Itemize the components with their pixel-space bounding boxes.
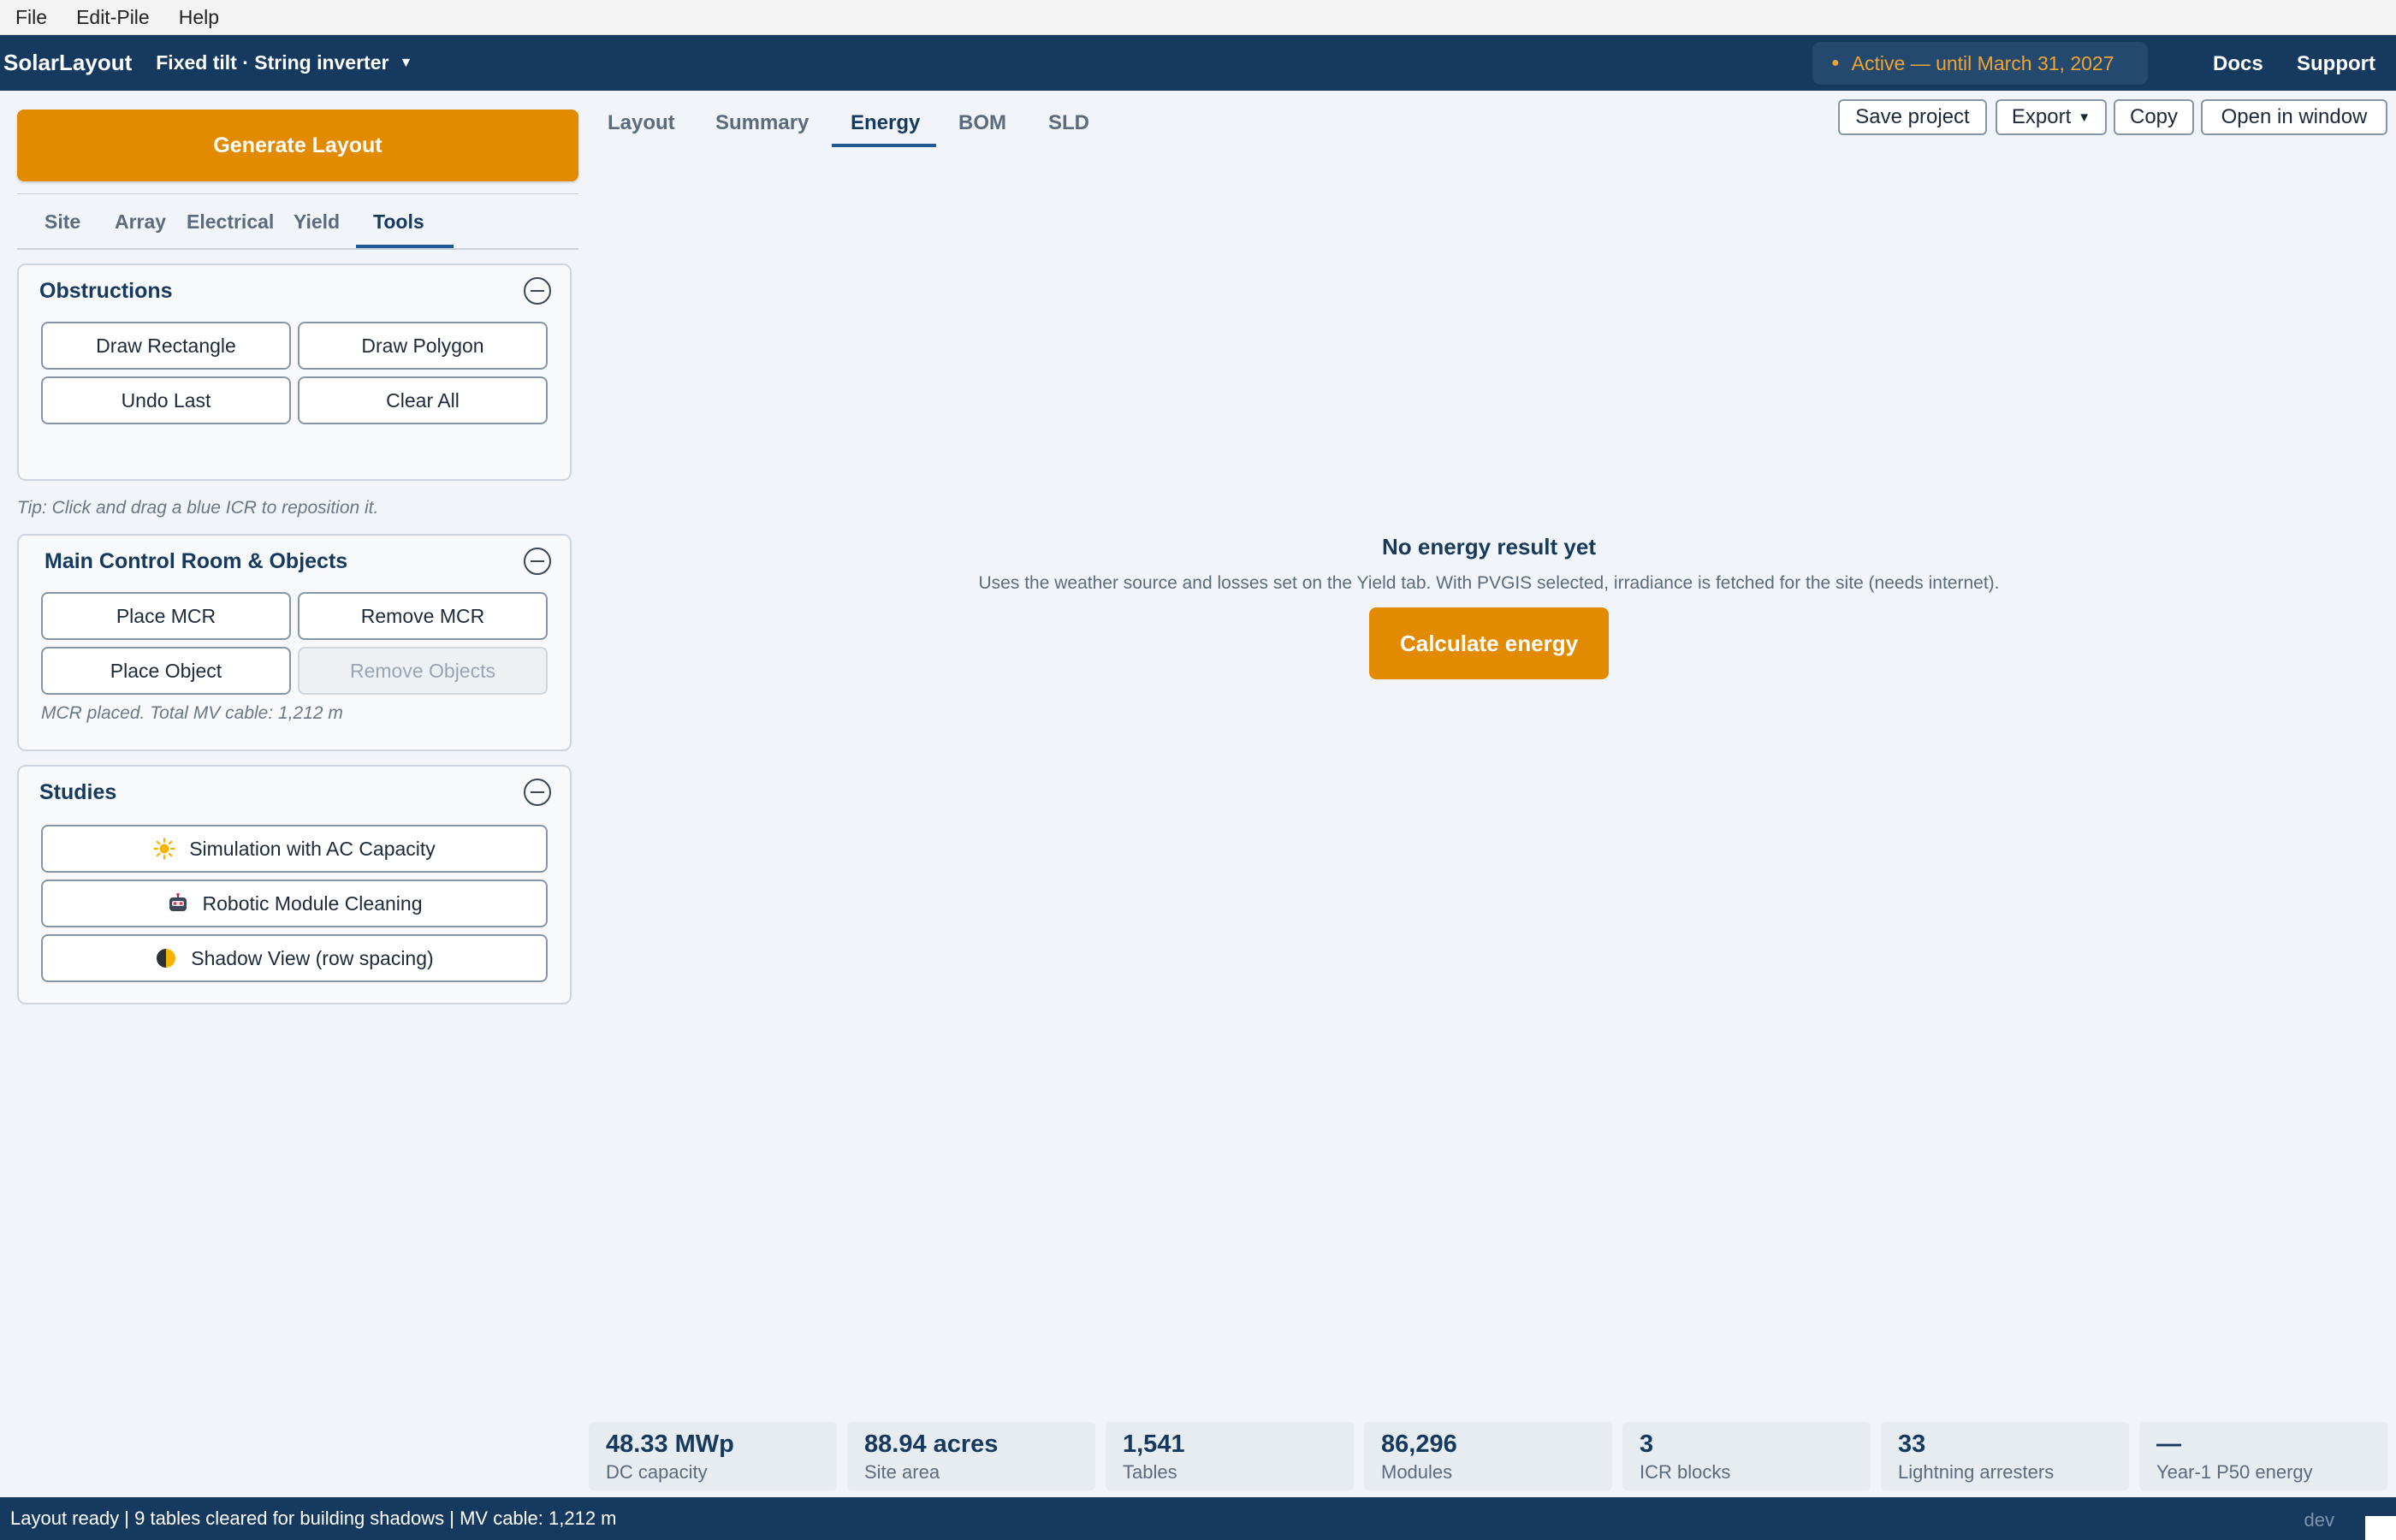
empty-state-title: No energy result yet [1382, 534, 1596, 560]
tip-text: Tip: Click and drag a blue ICR to reposi… [17, 498, 379, 518]
obstructions-title: Obstructions [39, 279, 173, 303]
stat-label: ICR blocks [1640, 1461, 1731, 1483]
sun-icon [153, 838, 175, 860]
mode-label: Fixed tilt · String inverter [156, 51, 389, 74]
stat-card-dc-capacity: 48.33 MWp DC capacity [589, 1422, 837, 1490]
tab-tools[interactable]: Tools [373, 210, 424, 234]
simulation-ac-capacity-label: Simulation with AC Capacity [189, 837, 436, 860]
shadow-view-label: Shadow View (row spacing) [191, 946, 434, 969]
status-dot-icon: ● [1831, 56, 1840, 70]
save-project-button[interactable]: Save project [1838, 99, 1987, 135]
draw-polygon-button[interactable]: Draw Polygon [298, 322, 548, 370]
copy-button[interactable]: Copy [2114, 99, 2194, 135]
brand-title: SolarLayout [3, 50, 133, 75]
stat-value: 86,296 [1381, 1430, 1457, 1458]
obstructions-panel: Obstructions Draw Rectangle Draw Polygon… [17, 264, 572, 481]
stat-card-tables: 1,541 Tables [1106, 1422, 1354, 1490]
draw-rectangle-button[interactable]: Draw Rectangle [41, 322, 291, 370]
undo-last-button[interactable]: Undo Last [41, 376, 291, 424]
menu-bar: File Edit-Pile Help [0, 0, 2396, 35]
stat-value: 3 [1640, 1430, 1654, 1458]
active-tab-indicator [832, 144, 936, 147]
stat-card-year1-p50-energy: — Year-1 P50 energy [2139, 1422, 2387, 1490]
remove-objects-button[interactable]: Remove Objects [298, 647, 548, 695]
sidebar-tabs: Site Array Electrical Yield Tools [17, 197, 578, 250]
environment-label: dev [2304, 1509, 2334, 1531]
active-tab-indicator [356, 245, 454, 248]
robotic-module-cleaning-label: Robotic Module Cleaning [202, 891, 423, 915]
stat-value: 1,541 [1123, 1430, 1185, 1458]
stat-label: Modules [1381, 1461, 1453, 1483]
stat-card-icr-blocks: 3 ICR blocks [1622, 1422, 1871, 1490]
robotic-module-cleaning-button[interactable]: Robotic Module Cleaning [41, 880, 548, 927]
tab-array[interactable]: Array [115, 210, 166, 234]
shadow-view-button[interactable]: Shadow View (row spacing) [41, 934, 548, 982]
stat-value: — [2156, 1430, 2181, 1458]
place-object-button[interactable]: Place Object [41, 647, 291, 695]
stat-value: 48.33 MWp [606, 1430, 734, 1458]
collapse-icon[interactable] [524, 277, 551, 305]
sidebar-divider [17, 193, 578, 194]
tab-sld[interactable]: SLD [1048, 111, 1089, 135]
menu-edit-pile[interactable]: Edit-Pile [76, 6, 150, 29]
export-button[interactable]: Export ▼ [1996, 99, 2107, 135]
status-bar: Layout ready | 9 tables cleared for buil… [0, 1497, 2396, 1540]
menu-help[interactable]: Help [179, 6, 219, 29]
caret-down-icon: ▼ [399, 55, 413, 70]
tab-yield[interactable]: Yield [294, 210, 340, 234]
tab-bom[interactable]: BOM [958, 111, 1006, 135]
stat-card-site-area: 88.94 acres Site area [847, 1422, 1095, 1490]
license-text: Active — until March 31, 2027 [1851, 51, 2114, 74]
mcr-title: Main Control Room & Objects [44, 549, 348, 573]
docs-link[interactable]: Docs [2213, 52, 2263, 76]
mode-selector[interactable]: Fixed tilt · String inverter ▼ [156, 51, 412, 74]
open-in-window-button[interactable]: Open in window [2201, 99, 2387, 135]
studies-title: Studies [39, 780, 117, 804]
stat-value: 88.94 acres [864, 1430, 999, 1458]
tab-summary[interactable]: Summary [715, 111, 809, 135]
stat-card-lightning-arresters: 33 Lightning arresters [1881, 1422, 2129, 1490]
caret-down-icon: ▼ [2078, 110, 2091, 125]
tab-electrical[interactable]: Electrical [187, 210, 274, 234]
studies-panel: Studies Simulation with AC Capacity Robo… [17, 765, 572, 1004]
stat-label: Tables [1123, 1461, 1177, 1483]
calculate-energy-button[interactable]: Calculate energy [1369, 607, 1609, 679]
app-header: SolarLayout Fixed tilt · String inverter… [0, 35, 2396, 91]
empty-state-subtitle: Uses the weather source and losses set o… [978, 573, 2000, 593]
place-mcr-button[interactable]: Place MCR [41, 592, 291, 640]
stat-label: Year-1 P50 energy [2156, 1461, 2313, 1483]
export-label: Export [2011, 105, 2072, 128]
tab-site[interactable]: Site [44, 210, 80, 234]
tab-layout[interactable]: Layout [608, 111, 675, 135]
stat-label: Site area [864, 1461, 940, 1483]
half-moon-icon [155, 947, 177, 969]
support-link[interactable]: Support [2297, 52, 2375, 76]
remove-mcr-button[interactable]: Remove MCR [298, 592, 548, 640]
mcr-status-text: MCR placed. Total MV cable: 1,212 m [41, 703, 343, 723]
resize-corner [2365, 1516, 2396, 1540]
simulation-ac-capacity-button[interactable]: Simulation with AC Capacity [41, 825, 548, 873]
stat-label: Lightning arresters [1898, 1461, 2055, 1483]
mcr-panel: Main Control Room & Objects Place MCR Re… [17, 534, 572, 751]
tab-energy[interactable]: Energy [851, 111, 920, 135]
stat-card-modules: 86,296 Modules [1364, 1422, 1612, 1490]
menu-file[interactable]: File [15, 6, 47, 29]
license-badge: ● Active — until March 31, 2027 [1812, 42, 2148, 85]
collapse-icon[interactable] [524, 779, 551, 806]
stat-label: DC capacity [606, 1461, 708, 1483]
stat-value: 33 [1898, 1430, 1926, 1458]
clear-all-button[interactable]: Clear All [298, 376, 548, 424]
generate-layout-button[interactable]: Generate Layout [17, 110, 578, 181]
status-message: Layout ready | 9 tables cleared for buil… [10, 1507, 617, 1529]
collapse-icon[interactable] [524, 548, 551, 575]
robot-icon [167, 892, 189, 915]
